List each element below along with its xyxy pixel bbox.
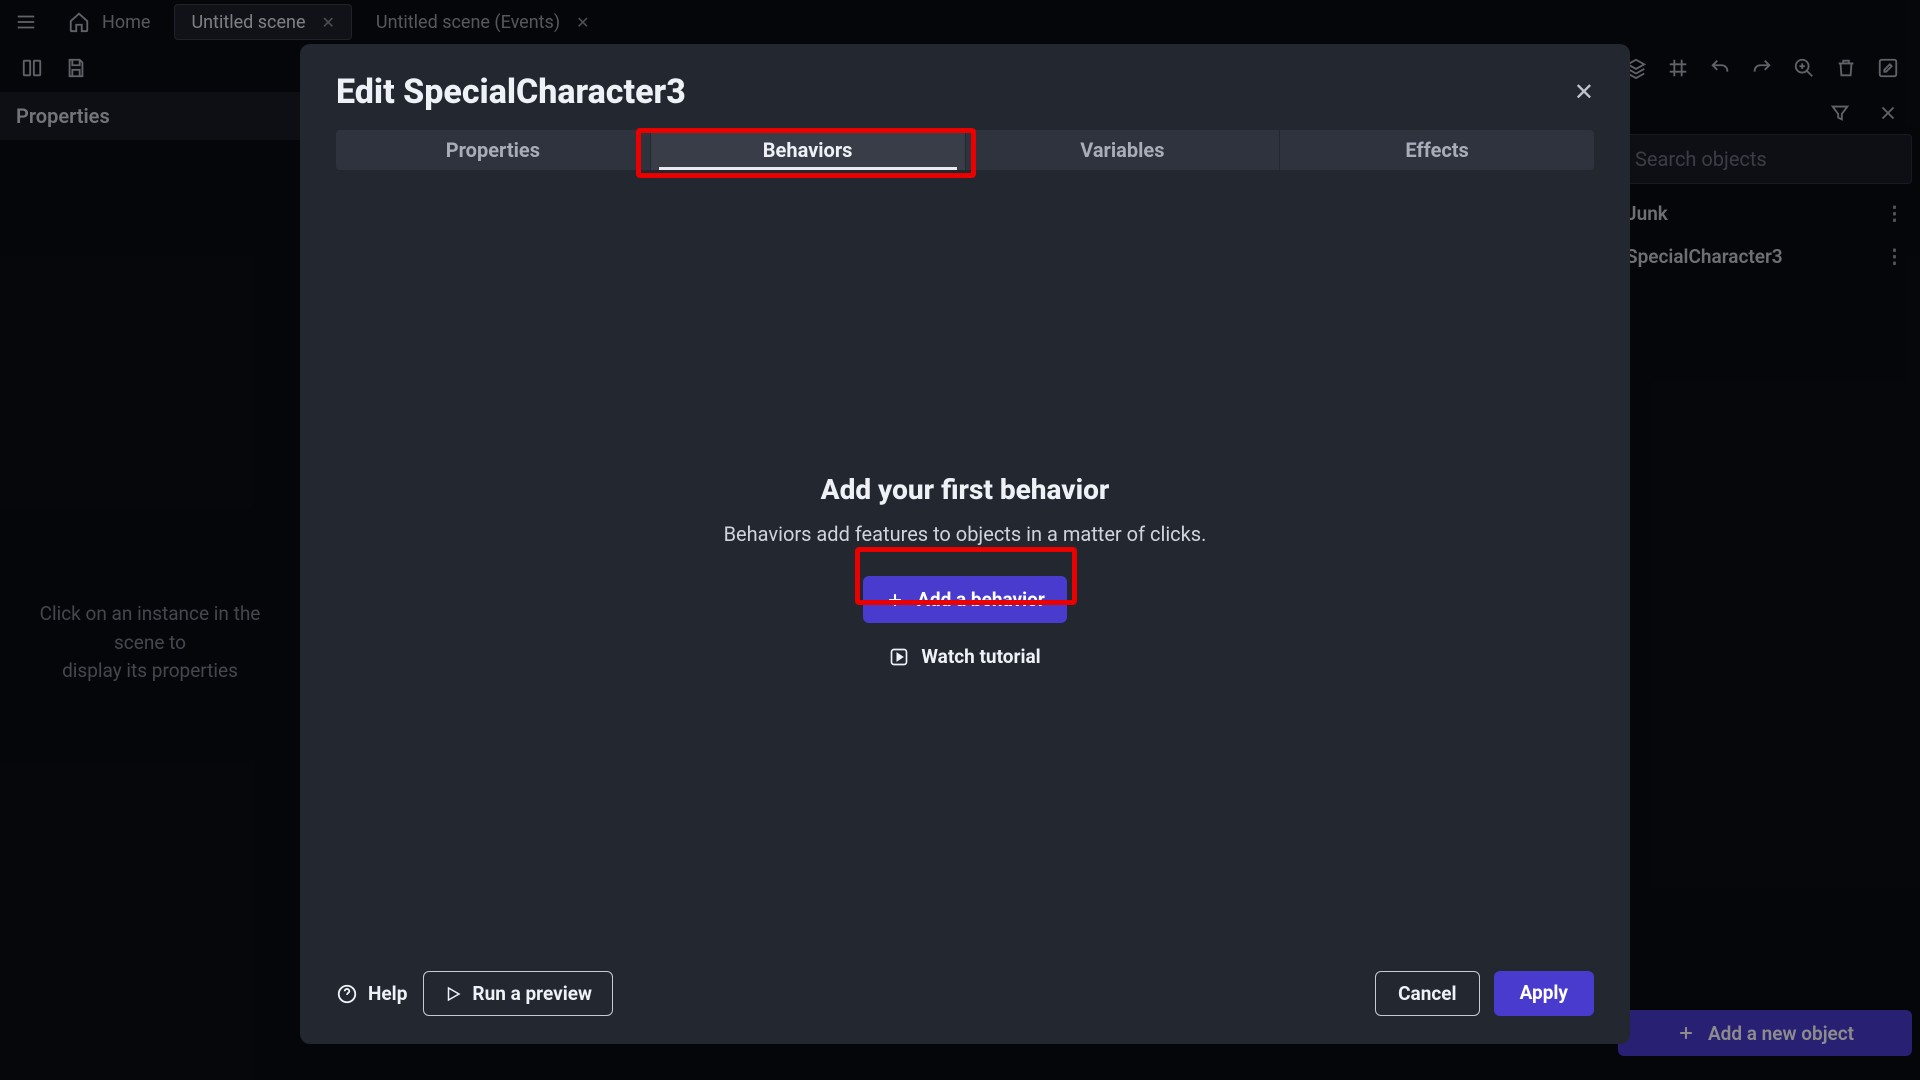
tab-properties[interactable]: Properties — [336, 130, 651, 170]
edit-object-dialog: Edit SpecialCharacter3 ✕ Properties Beha… — [300, 44, 1630, 1044]
watch-tutorial-button[interactable]: Watch tutorial — [889, 645, 1040, 668]
close-icon[interactable]: ✕ — [1574, 78, 1594, 106]
help-button[interactable]: Help — [336, 982, 407, 1005]
run-preview-button[interactable]: Run a preview — [423, 971, 613, 1016]
help-label: Help — [368, 982, 407, 1005]
empty-state-subtitle: Behaviors add features to objects in a m… — [724, 522, 1207, 546]
dialog-tabs: Properties Behaviors Variables Effects — [336, 130, 1594, 170]
dialog-title: Edit SpecialCharacter3 — [336, 72, 686, 112]
dialog-body: Add your first behavior Behaviors add fe… — [336, 170, 1594, 971]
run-preview-label: Run a preview — [472, 982, 592, 1005]
tab-effects[interactable]: Effects — [1280, 130, 1594, 170]
cancel-button[interactable]: Cancel — [1375, 971, 1479, 1016]
tab-variables[interactable]: Variables — [966, 130, 1281, 170]
empty-state-title: Add your first behavior — [821, 473, 1110, 506]
help-icon — [336, 983, 358, 1005]
watch-tutorial-label: Watch tutorial — [921, 645, 1040, 668]
tab-behaviors[interactable]: Behaviors — [651, 130, 966, 170]
add-behavior-button[interactable]: Add a behavior — [863, 576, 1067, 623]
play-icon — [444, 985, 462, 1003]
dialog-footer: Help Run a preview Cancel Apply — [336, 971, 1594, 1016]
add-behavior-label: Add a behavior — [917, 588, 1045, 611]
play-icon — [889, 647, 909, 667]
apply-button[interactable]: Apply — [1494, 971, 1594, 1016]
plus-icon — [885, 590, 905, 610]
